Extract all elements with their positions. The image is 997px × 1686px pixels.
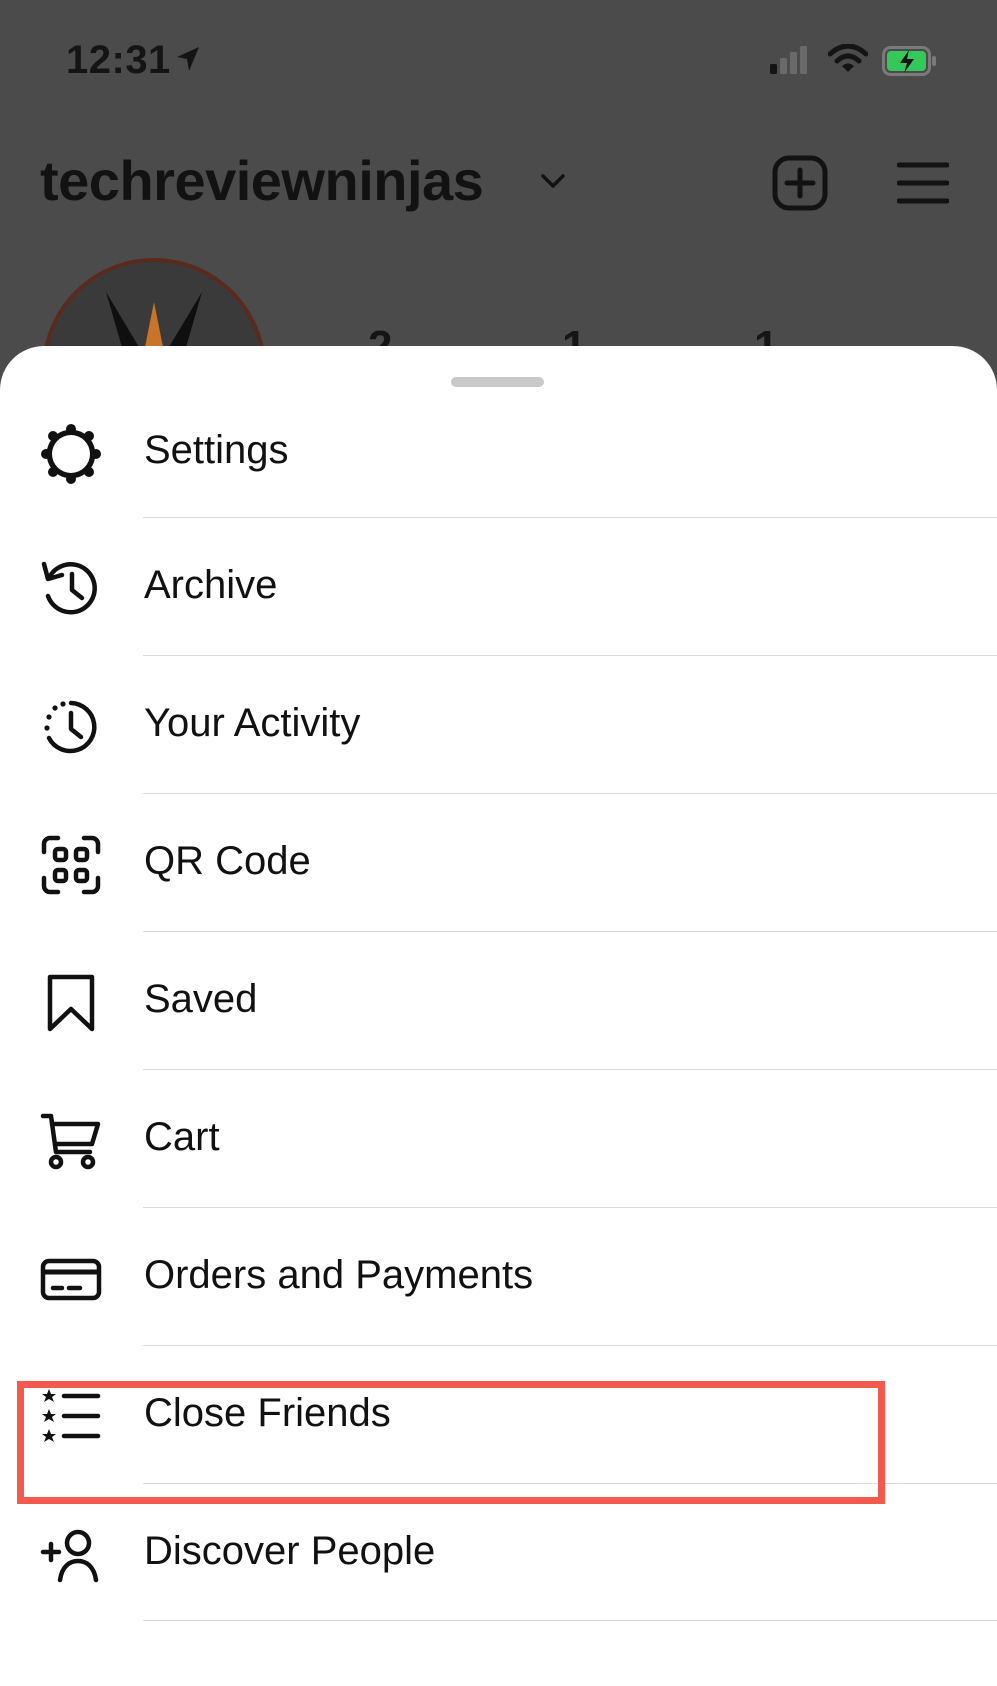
archive-icon (41, 561, 97, 615)
settings-icon (41, 424, 101, 484)
card-icon (40, 1258, 102, 1301)
divider (143, 1069, 997, 1070)
menu-item-qr-code[interactable]: QR Code (0, 795, 997, 933)
status-bar: 12:31 (0, 0, 997, 120)
menu-item-label: Your Activity (144, 701, 361, 745)
divider (143, 1345, 997, 1346)
status-time: 12:31 (66, 38, 171, 82)
signal-icon (770, 46, 807, 74)
hamburger-menu-icon[interactable] (897, 162, 949, 204)
divider (143, 793, 997, 794)
menu-item-label: Cart (144, 1115, 220, 1159)
cart-icon (40, 1113, 101, 1170)
location-arrow-icon (177, 47, 199, 71)
menu-item-your-activity[interactable]: Your Activity (0, 657, 997, 795)
menu-item-label: Orders and Payments (144, 1253, 534, 1297)
chevron-down-icon[interactable] (540, 172, 566, 190)
menu-item-orders-and-payments[interactable]: Orders and Payments (0, 1209, 997, 1347)
divider (143, 517, 997, 518)
menu-item-discover-people[interactable]: Discover People (0, 1485, 997, 1623)
menu-item-label: Settings (144, 428, 289, 472)
new-post-icon[interactable] (772, 155, 828, 211)
menu-item-archive[interactable]: Archive (0, 519, 997, 657)
menu-item-label: Saved (144, 977, 258, 1021)
close-friends-highlight-box (17, 1381, 885, 1504)
divider (143, 1620, 997, 1621)
divider (143, 655, 997, 656)
battery-icon (882, 46, 936, 76)
add-person-icon (40, 1529, 99, 1583)
bottom-sheet-menu: Settings Archive Your Activity QR Code S… (0, 346, 997, 1686)
activity-icon (44, 700, 97, 754)
divider (143, 1207, 997, 1208)
profile-header: techreviewninjas (0, 140, 997, 230)
menu-item-label: QR Code (144, 839, 311, 883)
menu-item-label: Archive (144, 563, 278, 607)
menu-item-settings[interactable]: Settings (0, 384, 997, 522)
qr-code-icon (41, 835, 101, 895)
bookmark-icon (47, 974, 95, 1032)
menu-item-label: Discover People (144, 1529, 436, 1573)
wifi-icon (828, 44, 868, 72)
username-switcher[interactable]: techreviewninjas (40, 148, 484, 213)
menu-item-saved[interactable]: Saved (0, 933, 997, 1071)
menu-item-cart[interactable]: Cart (0, 1071, 997, 1209)
divider (143, 931, 997, 932)
